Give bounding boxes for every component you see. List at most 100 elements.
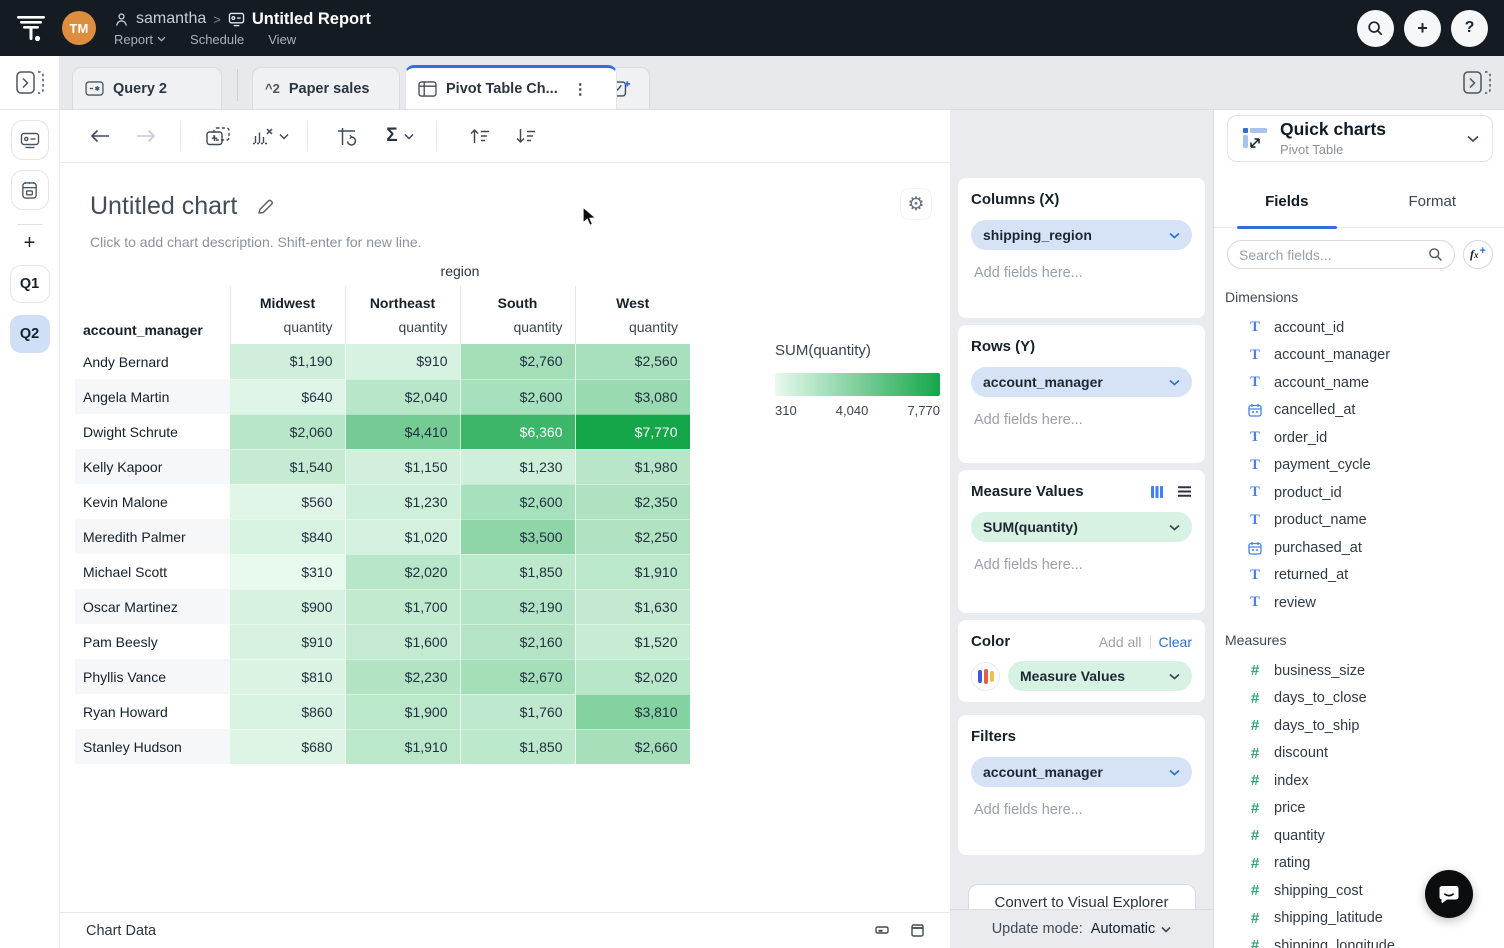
heatmap-cell[interactable]: $2,020 bbox=[345, 554, 460, 589]
color-palette-icon[interactable] bbox=[971, 662, 1000, 691]
field-item-discount[interactable]: #discount bbox=[1225, 740, 1495, 768]
heatmap-cell[interactable]: $2,060 bbox=[230, 414, 345, 449]
chart-data-bar[interactable]: Chart Data bbox=[60, 912, 950, 948]
field-item-order_id[interactable]: Torder_id bbox=[1225, 424, 1495, 452]
heatmap-cell[interactable]: $810 bbox=[230, 659, 345, 694]
tab-pivot-table-chart[interactable]: Pivot Table Ch... ⋮ bbox=[405, 65, 617, 109]
field-item-returned_at[interactable]: Treturned_at bbox=[1225, 562, 1495, 590]
heatmap-cell[interactable]: $310 bbox=[230, 554, 345, 589]
rows-add-fields[interactable]: Add fields here... bbox=[971, 412, 1192, 428]
field-item-product_name[interactable]: Tproduct_name bbox=[1225, 507, 1495, 535]
field-item-account_id[interactable]: Taccount_id bbox=[1225, 314, 1495, 342]
heatmap-cell[interactable]: $2,160 bbox=[460, 624, 575, 659]
expand-panel-button[interactable] bbox=[911, 924, 924, 937]
field-item-index[interactable]: #index bbox=[1225, 767, 1495, 795]
collapse-panel-button[interactable] bbox=[875, 924, 889, 937]
heatmap-cell[interactable]: $1,900 bbox=[345, 694, 460, 729]
column-header[interactable]: Northeastquantity bbox=[345, 286, 460, 344]
heatmap-cell[interactable]: $2,230 bbox=[345, 659, 460, 694]
field-item-cancelled_at[interactable]: cancelled_at bbox=[1225, 397, 1495, 425]
field-item-payment_cycle[interactable]: Tpayment_cycle bbox=[1225, 452, 1495, 480]
heatmap-cell[interactable]: $2,560 bbox=[575, 344, 690, 379]
delete-chart-button[interactable] bbox=[251, 127, 289, 145]
row-label[interactable]: Meredith Palmer bbox=[75, 519, 230, 554]
tab-fields[interactable]: Fields bbox=[1214, 175, 1360, 227]
row-label[interactable]: Pam Beesly bbox=[75, 624, 230, 659]
heatmap-cell[interactable]: $2,350 bbox=[575, 484, 690, 519]
heatmap-cell[interactable]: $7,770 bbox=[575, 414, 690, 449]
heatmap-cell[interactable]: $1,630 bbox=[575, 589, 690, 624]
report-nav-button[interactable] bbox=[11, 120, 49, 160]
heatmap-cell[interactable]: $840 bbox=[230, 519, 345, 554]
heatmap-cell[interactable]: $1,540 bbox=[230, 449, 345, 484]
add-formula-button[interactable]: fx+ bbox=[1463, 240, 1493, 269]
row-label[interactable]: Kelly Kapoor bbox=[75, 449, 230, 484]
heatmap-cell[interactable]: $1,230 bbox=[345, 484, 460, 519]
heatmap-cell[interactable]: $3,080 bbox=[575, 379, 690, 414]
filters-add-fields[interactable]: Add fields here... bbox=[971, 802, 1192, 818]
heatmap-cell[interactable]: $1,190 bbox=[230, 344, 345, 379]
columns-layout-icon[interactable] bbox=[1150, 485, 1164, 499]
chart-title[interactable]: Untitled chart bbox=[90, 192, 237, 221]
measure-pill-sum-quantity[interactable]: SUM(quantity) bbox=[971, 512, 1192, 542]
columns-add-fields[interactable]: Add fields here... bbox=[971, 265, 1192, 281]
sort-descending-button[interactable] bbox=[513, 128, 537, 144]
add-button[interactable]: + bbox=[1404, 10, 1441, 47]
heatmap-cell[interactable]: $1,910 bbox=[345, 729, 460, 764]
heatmap-cell[interactable]: $3,500 bbox=[460, 519, 575, 554]
help-button[interactable]: ? bbox=[1451, 10, 1488, 47]
right-panel-toggle[interactable] bbox=[1462, 70, 1492, 96]
heatmap-cell[interactable]: $4,410 bbox=[345, 414, 460, 449]
heatmap-cell[interactable]: $2,040 bbox=[345, 379, 460, 414]
heatmap-cell[interactable]: $860 bbox=[230, 694, 345, 729]
field-item-review[interactable]: Treview bbox=[1225, 589, 1495, 617]
heatmap-cell[interactable]: $2,760 bbox=[460, 344, 575, 379]
field-item-quantity[interactable]: #quantity bbox=[1225, 822, 1495, 850]
query-1-button[interactable]: Q1 bbox=[10, 265, 50, 303]
row-label[interactable]: Ryan Howard bbox=[75, 694, 230, 729]
heatmap-cell[interactable]: $1,700 bbox=[345, 589, 460, 624]
rows-layout-icon[interactable] bbox=[1177, 485, 1192, 498]
column-header[interactable]: Westquantity bbox=[575, 286, 690, 344]
edit-pencil-icon[interactable] bbox=[257, 198, 274, 215]
heatmap-cell[interactable]: $6,360 bbox=[460, 414, 575, 449]
search-fields-input[interactable] bbox=[1239, 247, 1420, 263]
heatmap-cell[interactable]: $1,520 bbox=[575, 624, 690, 659]
row-label[interactable]: Angela Martin bbox=[75, 379, 230, 414]
transpose-pivot-button[interactable] bbox=[334, 127, 360, 146]
add-query-button[interactable]: + bbox=[24, 233, 36, 253]
field-item-shipping_longitude[interactable]: #shipping_longitude bbox=[1225, 932, 1495, 948]
row-label[interactable]: Phyllis Vance bbox=[75, 659, 230, 694]
breadcrumb-report-title[interactable]: Untitled Report bbox=[252, 10, 371, 29]
breadcrumb-user[interactable]: samantha bbox=[136, 10, 206, 28]
row-label[interactable]: Andy Bernard bbox=[75, 344, 230, 379]
duplicate-chart-button[interactable] bbox=[205, 127, 231, 146]
row-label[interactable]: Michael Scott bbox=[75, 554, 230, 589]
heatmap-cell[interactable]: $1,760 bbox=[460, 694, 575, 729]
avatar[interactable]: TM bbox=[62, 11, 96, 45]
filter-pill-account-manager[interactable]: account_manager bbox=[971, 757, 1192, 787]
heatmap-cell[interactable]: $680 bbox=[230, 729, 345, 764]
measure-values-add-fields[interactable]: Add fields here... bbox=[971, 557, 1192, 573]
field-item-account_name[interactable]: Taccount_name bbox=[1225, 369, 1495, 397]
color-clear-link[interactable]: Clear bbox=[1159, 634, 1192, 650]
heatmap-cell[interactable]: $2,250 bbox=[575, 519, 690, 554]
row-label[interactable]: Oscar Martinez bbox=[75, 589, 230, 624]
heatmap-cell[interactable]: $2,600 bbox=[460, 484, 575, 519]
undo-button[interactable] bbox=[88, 129, 112, 143]
sort-ascending-button[interactable] bbox=[467, 128, 491, 144]
heatmap-cell[interactable]: $1,850 bbox=[460, 729, 575, 764]
heatmap-cell[interactable]: $1,020 bbox=[345, 519, 460, 554]
heatmap-cell[interactable]: $1,850 bbox=[460, 554, 575, 589]
row-label[interactable]: Dwight Schrute bbox=[75, 414, 230, 449]
heatmap-cell[interactable]: $1,150 bbox=[345, 449, 460, 484]
app-logo[interactable] bbox=[0, 0, 62, 56]
field-item-days_to_ship[interactable]: #days_to_ship bbox=[1225, 712, 1495, 740]
tab-menu-icon[interactable]: ⋮ bbox=[573, 80, 588, 98]
menu-view[interactable]: View bbox=[268, 32, 296, 47]
columns-pill-shipping-region[interactable]: shipping_region bbox=[971, 220, 1192, 250]
heatmap-cell[interactable]: $1,600 bbox=[345, 624, 460, 659]
heatmap-cell[interactable]: $3,810 bbox=[575, 694, 690, 729]
field-item-days_to_close[interactable]: #days_to_close bbox=[1225, 685, 1495, 713]
menu-report[interactable]: Report bbox=[114, 32, 166, 47]
